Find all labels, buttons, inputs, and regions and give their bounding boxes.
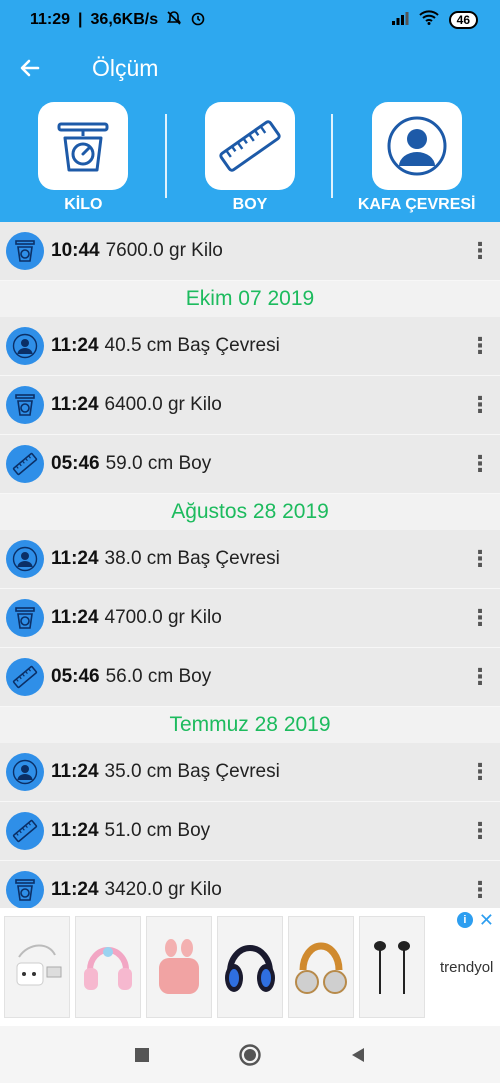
ruler-icon: [219, 120, 281, 172]
triangle-back-icon: [352, 1047, 364, 1062]
date-header: Ağustos 28 2019: [0, 494, 500, 530]
more-options-button[interactable]: ⋮: [460, 376, 500, 435]
more-options-button[interactable]: ⋮: [460, 589, 500, 648]
category-weight-label: KİLO: [64, 196, 103, 213]
list-item[interactable]: 11:24 4700.0 gr Kilo ⋮: [0, 589, 500, 648]
more-options-button[interactable]: ⋮: [460, 435, 500, 494]
person-icon: [387, 116, 447, 176]
entry-time: 11:24: [51, 394, 99, 415]
list-item[interactable]: 11:24 3420.0 gr Kilo ⋮: [0, 861, 500, 910]
ad-banner[interactable]: trendyol i ✕: [0, 908, 500, 1026]
ad-product-pink-earbuds[interactable]: [146, 916, 212, 1018]
person-icon: [6, 540, 44, 578]
entry-time: 11:24: [51, 335, 99, 356]
entry-time: 11:24: [51, 761, 99, 782]
ruler-icon: [6, 812, 44, 850]
ad-controls: i ✕: [456, 911, 494, 929]
circle-icon: [239, 1043, 261, 1066]
page-title: Ölçüm: [92, 54, 159, 81]
list-item[interactable]: 11:24 38.0 cm Baş Çevresi ⋮: [0, 530, 500, 589]
status-left: 11:29 | 36,6KB/s: [30, 10, 206, 31]
app-bar: Ölçüm: [0, 40, 500, 96]
scale-icon: [57, 122, 109, 172]
battery-indicator: 46: [448, 11, 478, 29]
signal-icon: [391, 11, 409, 30]
entry-time: 11:24: [51, 607, 99, 628]
ad-product-gold-headphones[interactable]: [288, 916, 354, 1018]
more-options-button[interactable]: ⋮: [460, 743, 500, 802]
entry-value: 59.0 cm Boy: [105, 453, 212, 474]
entry-time: 11:24: [51, 548, 99, 569]
ruler-icon: [6, 445, 44, 483]
alarm-icon: [190, 10, 206, 31]
list-item[interactable]: 10:44 7600.0 gr Kilo ⋮: [0, 222, 500, 281]
ad-product-earphones[interactable]: [359, 916, 425, 1018]
category-head-label: KAFA ÇEVRESİ: [357, 196, 476, 213]
ruler-icon: [6, 658, 44, 696]
category-height[interactable]: BOY: [167, 96, 334, 222]
more-options-button[interactable]: ⋮: [460, 802, 500, 861]
category-weight-tile[interactable]: [38, 102, 129, 190]
back-nav-button[interactable]: [343, 1040, 373, 1070]
scale-icon: [6, 871, 44, 909]
system-nav-bar: [0, 1026, 500, 1083]
entry-value: 6400.0 gr Kilo: [104, 394, 222, 415]
network-speed: 36,6KB/s: [90, 11, 159, 28]
person-icon: [6, 327, 44, 365]
entry-time: 11:24: [51, 879, 99, 900]
category-head-circumference[interactable]: KAFA ÇEVRESİ: [333, 96, 500, 222]
category-head-tile[interactable]: [371, 102, 462, 190]
person-icon: [6, 753, 44, 791]
entry-value: 4700.0 gr Kilo: [104, 607, 222, 628]
status-time: 11:29: [30, 11, 71, 28]
arrow-left-icon: [20, 59, 40, 77]
silent-bell-icon: [166, 10, 182, 31]
entry-value: 3420.0 gr Kilo: [104, 879, 222, 900]
square-icon: [135, 1047, 149, 1062]
entry-time: 05:46: [51, 666, 100, 687]
more-options-button[interactable]: ⋮: [460, 317, 500, 376]
status-right: 46: [391, 10, 478, 30]
scale-icon: [6, 599, 44, 637]
entry-value: 35.0 cm Baş Çevresi: [104, 761, 280, 782]
more-options-button[interactable]: ⋮: [460, 222, 500, 281]
list-item[interactable]: 05:46 59.0 cm Boy ⋮: [0, 435, 500, 494]
recents-button[interactable]: [127, 1040, 157, 1070]
home-button[interactable]: [235, 1040, 265, 1070]
list-item[interactable]: 11:24 6400.0 gr Kilo ⋮: [0, 376, 500, 435]
list-item[interactable]: 11:24 35.0 cm Baş Çevresi ⋮: [0, 743, 500, 802]
list-item[interactable]: 11:24 40.5 cm Baş Çevresi ⋮: [0, 317, 500, 376]
date-header: Temmuz 28 2019: [0, 707, 500, 743]
date-header: Ekim 07 2019: [0, 281, 500, 317]
ad-close-icon[interactable]: ✕: [479, 911, 494, 929]
entry-value: 51.0 cm Boy: [104, 820, 211, 841]
status-bar: 11:29 | 36,6KB/s 46: [0, 0, 500, 40]
list-item[interactable]: 11:24 51.0 cm Boy ⋮: [0, 802, 500, 861]
entry-time: 05:46: [51, 453, 100, 474]
ad-product-gaming-headset[interactable]: [217, 916, 283, 1018]
entry-value: 7600.0 gr Kilo: [105, 240, 223, 261]
category-height-label: BOY: [232, 196, 268, 213]
ad-brand-logo: trendyol: [440, 958, 494, 976]
measurement-list: 10:44 7600.0 gr Kilo ⋮ Ekim 07 2019 11:24…: [0, 222, 500, 910]
scale-icon: [6, 232, 44, 270]
more-options-button[interactable]: ⋮: [460, 648, 500, 707]
ad-product-usb-adapter[interactable]: [4, 916, 70, 1018]
more-options-button[interactable]: ⋮: [460, 530, 500, 589]
ad-info-icon[interactable]: i: [456, 912, 473, 928]
scale-icon: [6, 386, 44, 424]
entry-value: 40.5 cm Baş Çevresi: [104, 335, 280, 356]
list-item[interactable]: 05:46 56.0 cm Boy ⋮: [0, 648, 500, 707]
category-height-tile[interactable]: [205, 102, 295, 190]
entry-time: 11:24: [51, 820, 99, 841]
entry-value: 38.0 cm Baş Çevresi: [104, 548, 280, 569]
category-weight[interactable]: KİLO: [0, 96, 167, 222]
entry-time: 10:44: [51, 240, 100, 261]
wifi-icon: [418, 10, 439, 30]
ad-product-kids-headphones[interactable]: [75, 916, 141, 1018]
category-bar: KİLO BOY KAFA ÇEVRESİ: [0, 96, 500, 222]
back-button[interactable]: [0, 40, 60, 96]
more-options-button[interactable]: ⋮: [460, 861, 500, 911]
entry-value: 56.0 cm Boy: [105, 666, 212, 687]
